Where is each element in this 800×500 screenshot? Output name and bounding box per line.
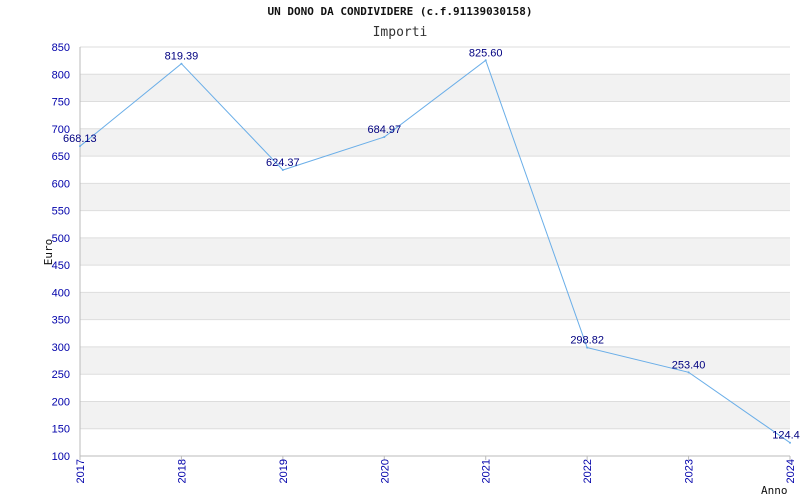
y-tick-label: 800 [52,69,70,81]
x-tick-label: 2018 [176,459,188,483]
x-tick-label: 2017 [75,459,87,483]
x-tick-label: 2020 [379,459,391,483]
data-point [180,62,183,65]
data-label: 124.4 [772,430,800,442]
y-tick-label: 150 [52,424,70,436]
x-axis-ticks: 2017 2018 2019 2020 2021 2022 2023 2024 [75,456,797,483]
data-label: 684.97 [367,124,401,136]
y-axis-label: Euro [42,239,55,266]
grid-band [80,292,790,320]
data-point [383,135,386,138]
y-tick-label: 250 [52,369,70,381]
grid-band [80,183,790,211]
grid-band [80,401,790,429]
plot-bands [80,74,790,429]
data-label: 298.82 [570,335,604,347]
x-axis-label: Anno [761,484,788,497]
y-tick-label: 350 [52,315,70,327]
y-tick-label: 550 [52,206,70,218]
data-label: 668.13 [63,133,97,145]
y-tick-label: 750 [52,97,70,109]
data-label: 624.37 [266,157,300,169]
x-tick-label: 2023 [684,459,696,483]
x-tick-label: 2022 [582,459,594,483]
data-label: 253.40 [672,359,706,371]
data-point [484,59,487,62]
grid-band [80,74,790,102]
x-tick-label: 2024 [785,459,797,483]
data-point [79,145,81,148]
y-tick-label: 300 [52,342,70,354]
y-tick-label: 650 [52,151,70,163]
y-tick-label: 200 [52,396,70,408]
data-label: 819.39 [165,51,199,63]
line-chart: 1001502002503003504004505005506006507007… [42,42,800,497]
data-point [687,371,690,374]
grid-band [80,237,790,266]
data-point [281,169,284,172]
x-tick-label: 2019 [278,459,290,483]
y-tick-label: 100 [52,451,70,463]
y-tick-label: 600 [52,178,70,190]
data-point [789,441,791,444]
y-tick-label: 400 [52,287,70,299]
x-tick-label: 2021 [481,459,493,483]
grid-band [80,128,790,157]
data-label: 825.60 [469,47,503,59]
y-tick-label: 850 [52,42,70,54]
data-point [586,346,589,349]
